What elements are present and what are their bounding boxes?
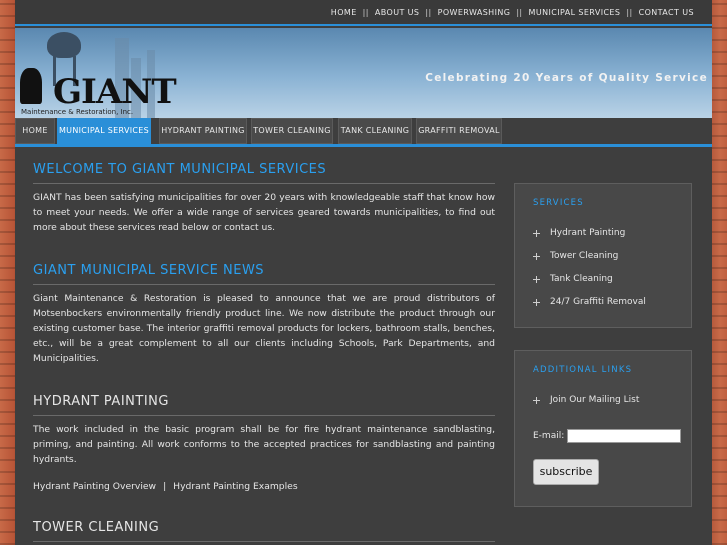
water-tower-icon bbox=[47, 32, 81, 58]
hydrant-links: Hydrant Painting Overview | Hydrant Painti… bbox=[33, 481, 495, 492]
tab-municipal-services[interactable]: MUNICIPAL SERVICES bbox=[57, 118, 151, 144]
top-nav-separator: || bbox=[362, 8, 369, 17]
link-separator: | bbox=[163, 481, 167, 492]
services-item-label: 24/7 Graffiti Removal bbox=[550, 297, 646, 307]
welcome-text: GIANT has been satisfying municipalities… bbox=[33, 192, 495, 233]
services-item-hydrant[interactable]: Hydrant Painting bbox=[533, 222, 691, 245]
hydrant-examples-link[interactable]: Hydrant Painting Examples bbox=[173, 481, 297, 492]
mailing-list-label: Join Our Mailing List bbox=[550, 395, 640, 405]
logo[interactable]: GIANT bbox=[53, 72, 177, 112]
bullet-icon bbox=[533, 276, 540, 283]
top-nav: HOME || ABOUT US || POWERWASHING || MUNICIPAL … bbox=[15, 0, 712, 26]
hydrant-text: The work included in the basic program s… bbox=[33, 424, 495, 465]
welcome-heading: WELCOME TO GIANT MUNICIPAL SERVICES bbox=[33, 162, 495, 184]
main-nav: HOME MUNICIPAL SERVICES HYDRANT PAINTING… bbox=[15, 118, 712, 147]
email-label: E-mail: bbox=[533, 431, 565, 441]
services-item-label: Hydrant Painting bbox=[550, 228, 626, 238]
subscribe-button[interactable]: subscribe bbox=[533, 459, 599, 485]
services-title: SERVICES bbox=[533, 198, 584, 208]
top-nav-separator: || bbox=[626, 8, 633, 17]
bullet-icon bbox=[533, 253, 540, 260]
services-item-label: Tower Cleaning bbox=[550, 251, 619, 261]
hydrant-heading: HYDRANT PAINTING bbox=[33, 394, 495, 416]
header-banner: GIANT Maintenance & Restoration, Inc. Ce… bbox=[15, 28, 712, 118]
tab-tower-cleaning[interactable]: TOWER CLEANING bbox=[251, 118, 333, 144]
top-nav-home[interactable]: HOME bbox=[331, 8, 357, 17]
tagline: Celebrating 20 Years of Quality Service bbox=[425, 72, 708, 84]
logo-subtitle: Maintenance & Restoration, Inc. bbox=[21, 108, 134, 116]
mailing-list-link[interactable]: Join Our Mailing List bbox=[533, 389, 691, 412]
top-nav-separator: || bbox=[425, 8, 432, 17]
services-item-graffiti[interactable]: 24/7 Graffiti Removal bbox=[533, 291, 691, 314]
news-text: Giant Maintenance & Restoration is pleas… bbox=[33, 293, 495, 364]
main-content: WELCOME TO GIANT MUNICIPAL SERVICES GIAN… bbox=[33, 150, 495, 542]
top-nav-separator: || bbox=[516, 8, 523, 17]
page-frame: HOME || ABOUT US || POWERWASHING || MUNICIPAL … bbox=[15, 0, 712, 545]
services-item-tower[interactable]: Tower Cleaning bbox=[533, 245, 691, 268]
hydrant-overview-link[interactable]: Hydrant Painting Overview bbox=[33, 481, 156, 492]
bullet-icon bbox=[533, 230, 540, 237]
news-heading: GIANT MUNICIPAL SERVICE NEWS bbox=[33, 263, 495, 285]
tab-hydrant-painting[interactable]: HYDRANT PAINTING bbox=[159, 118, 247, 144]
email-field[interactable] bbox=[567, 429, 681, 443]
tab-tank-cleaning[interactable]: TANK CLEANING bbox=[338, 118, 412, 144]
additional-links-title: ADDITIONAL LINKS bbox=[533, 365, 633, 375]
services-box: SERVICES Hydrant Painting Tower Cleaning… bbox=[514, 183, 692, 328]
top-nav-about[interactable]: ABOUT US bbox=[375, 8, 420, 17]
services-item-tank[interactable]: Tank Cleaning bbox=[533, 268, 691, 291]
tab-home[interactable]: HOME bbox=[15, 118, 55, 144]
services-item-label: Tank Cleaning bbox=[550, 274, 613, 284]
tower-heading: TOWER CLEANING bbox=[33, 520, 495, 542]
top-nav-powerwashing[interactable]: POWERWASHING bbox=[438, 8, 511, 17]
bullet-icon bbox=[533, 299, 540, 306]
additional-links-box: ADDITIONAL LINKS Join Our Mailing List E… bbox=[514, 350, 692, 507]
top-nav-municipal[interactable]: MUNICIPAL SERVICES bbox=[529, 8, 621, 17]
top-nav-contact[interactable]: CONTACT US bbox=[639, 8, 694, 17]
tab-graffiti-removal[interactable]: GRAFFITI REMOVAL bbox=[416, 118, 502, 144]
logo-worker-icon bbox=[20, 68, 42, 104]
bullet-icon bbox=[533, 397, 540, 404]
